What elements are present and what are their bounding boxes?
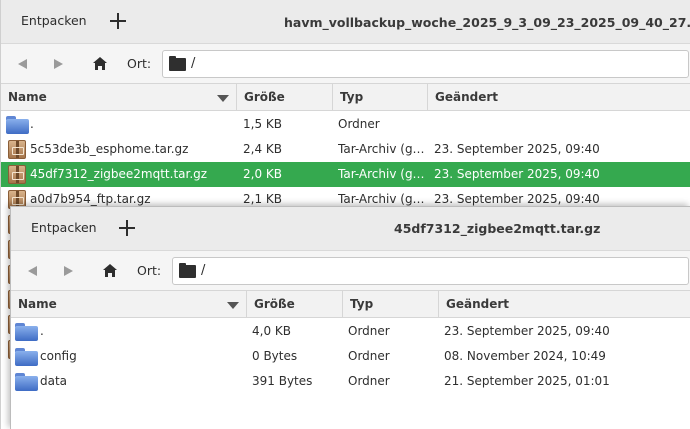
add-icon[interactable] — [108, 11, 128, 31]
sort-arrow-icon — [227, 302, 239, 309]
file-size: 0 Bytes — [252, 349, 298, 363]
file-type: Ordner — [348, 349, 390, 363]
file-size: 1,5 KB — [243, 117, 282, 131]
folder-icon — [15, 323, 38, 341]
extract-button[interactable]: Entpacken — [21, 8, 87, 34]
file-size: 2,4 KB — [243, 142, 282, 156]
folder-icon — [15, 348, 38, 366]
column-name[interactable]: Name — [1, 84, 237, 111]
list-item-selected[interactable]: 45df7312_zigbee2mqtt.tar.gz 2,0 KB Tar-A… — [1, 162, 690, 187]
window-title: havm_vollbackup_woche_2025_9_3_09_23_202… — [284, 15, 690, 30]
list-item[interactable]: 5c53de3b_esphome.tar.gz 2,4 KB Tar-Archi… — [1, 137, 690, 162]
file-modified — [434, 112, 684, 137]
location-bar: Ort: / — [1, 44, 690, 84]
column-type[interactable]: Typ — [343, 291, 439, 318]
location-label: Ort: — [127, 56, 152, 71]
file-type: Ordner — [338, 117, 380, 131]
list-item[interactable]: . 1,5 KB Ordner — [1, 112, 690, 137]
list-item[interactable]: . 4,0 KB Ordner 23. September 2025, 09:4… — [11, 319, 690, 344]
file-type: Ordner — [348, 374, 390, 388]
file-name: data — [40, 374, 68, 388]
list-item[interactable]: data 391 Bytes Ordner 21. September 2025… — [11, 369, 690, 394]
file-name: 45df7312_zigbee2mqtt.tar.gz — [30, 167, 208, 181]
home-icon[interactable] — [93, 57, 107, 70]
add-icon[interactable] — [117, 218, 137, 238]
file-name: . — [40, 324, 44, 338]
location-label: Ort: — [137, 263, 162, 278]
file-name: config — [40, 349, 77, 363]
folder-icon — [6, 116, 29, 134]
file-modified: 08. November 2024, 10:49 — [444, 349, 606, 363]
location-bar: Ort: / — [11, 251, 690, 291]
titlebar[interactable]: Entpacken 45df7312_zigbee2mqtt.tar.gz — [11, 207, 690, 251]
column-size[interactable]: Größe — [237, 84, 333, 111]
file-modified: 23. September 2025, 09:40 — [434, 142, 600, 156]
home-icon[interactable] — [103, 264, 117, 277]
column-header: Name Größe Typ Geändert — [1, 84, 690, 111]
archive-icon — [8, 165, 26, 184]
column-header: Name Größe Typ Geändert — [11, 291, 690, 318]
file-modified: 23. September 2025, 09:40 — [444, 324, 610, 338]
forward-arrow-icon[interactable] — [64, 266, 73, 276]
column-size[interactable]: Größe — [247, 291, 343, 318]
file-size: 4,0 KB — [252, 324, 291, 338]
file-type: Tar-Archiv (g… — [338, 142, 425, 156]
file-modified: 23. September 2025, 09:40 — [434, 167, 600, 181]
column-modified[interactable]: Geändert — [428, 84, 690, 111]
window-title: 45df7312_zigbee2mqtt.tar.gz — [394, 221, 601, 236]
titlebar[interactable]: Entpacken havm_vollbackup_woche_2025_9_3… — [1, 0, 690, 44]
file-type: Ordner — [348, 324, 390, 338]
folder-icon — [179, 263, 196, 278]
path-field[interactable]: / — [172, 257, 689, 285]
back-arrow-icon[interactable] — [28, 266, 37, 276]
path-text: / — [201, 263, 206, 278]
extract-button[interactable]: Entpacken — [31, 215, 97, 241]
file-name: . — [30, 117, 34, 131]
column-type[interactable]: Typ — [333, 84, 428, 111]
folder-icon — [15, 373, 38, 391]
file-size: 2,0 KB — [243, 167, 282, 181]
list-item[interactable]: config 0 Bytes Ordner 08. November 2024,… — [11, 344, 690, 369]
file-list: . 4,0 KB Ordner 23. September 2025, 09:4… — [11, 318, 690, 394]
file-type: Tar-Archiv (g… — [338, 167, 425, 181]
file-size: 391 Bytes — [252, 374, 313, 388]
column-name[interactable]: Name — [11, 291, 247, 318]
forward-arrow-icon[interactable] — [54, 59, 63, 69]
path-text: / — [191, 56, 196, 71]
back-arrow-icon[interactable] — [18, 59, 27, 69]
file-modified: 21. September 2025, 01:01 — [444, 374, 610, 388]
column-modified[interactable]: Geändert — [439, 291, 690, 318]
file-name: 5c53de3b_esphome.tar.gz — [30, 142, 189, 156]
folder-icon — [169, 56, 186, 71]
archive-window-front: Entpacken 45df7312_zigbee2mqtt.tar.gz Or… — [10, 206, 690, 429]
archive-icon — [8, 140, 26, 159]
path-field[interactable]: / — [162, 50, 689, 78]
sort-arrow-icon — [217, 95, 229, 102]
